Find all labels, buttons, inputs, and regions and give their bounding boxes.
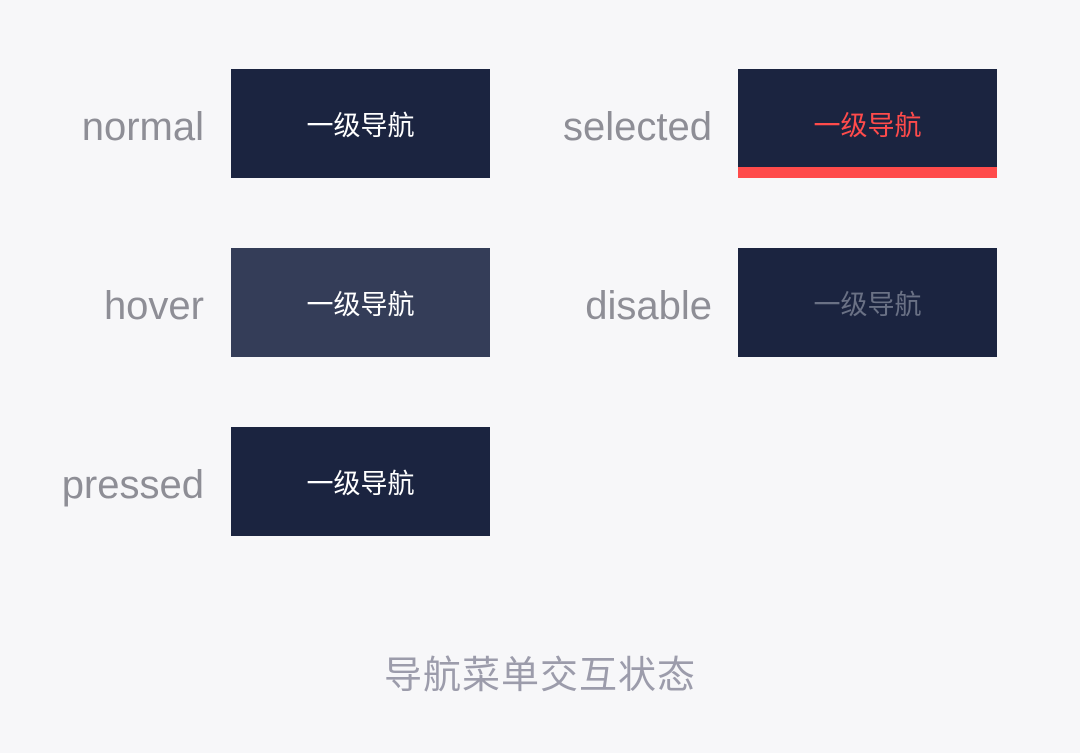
nav-button-label: 一级导航 [306, 290, 415, 321]
nav-button-disabled: 一级导航 [738, 248, 997, 357]
nav-button-label: 一级导航 [306, 111, 415, 142]
nav-button-label: 一级导航 [813, 290, 922, 321]
nav-button-hover[interactable]: 一级导航 [231, 248, 490, 357]
nav-button-pressed[interactable]: 一级导航 [231, 427, 490, 536]
nav-button-label: 一级导航 [306, 469, 415, 500]
state-label-pressed: pressed [61, 463, 204, 507]
nav-button-selected[interactable]: 一级导航 [738, 69, 997, 178]
state-label-hover: hover [103, 284, 204, 328]
selected-indicator-bar [738, 167, 997, 178]
state-label-disable: disable [585, 284, 712, 328]
figure-caption: 导航菜单交互状态 [383, 653, 696, 697]
state-label-normal: normal [81, 105, 204, 149]
nav-button-normal[interactable]: 一级导航 [231, 69, 490, 178]
nav-button-label: 一级导航 [813, 111, 922, 142]
state-label-selected: selected [563, 105, 712, 149]
